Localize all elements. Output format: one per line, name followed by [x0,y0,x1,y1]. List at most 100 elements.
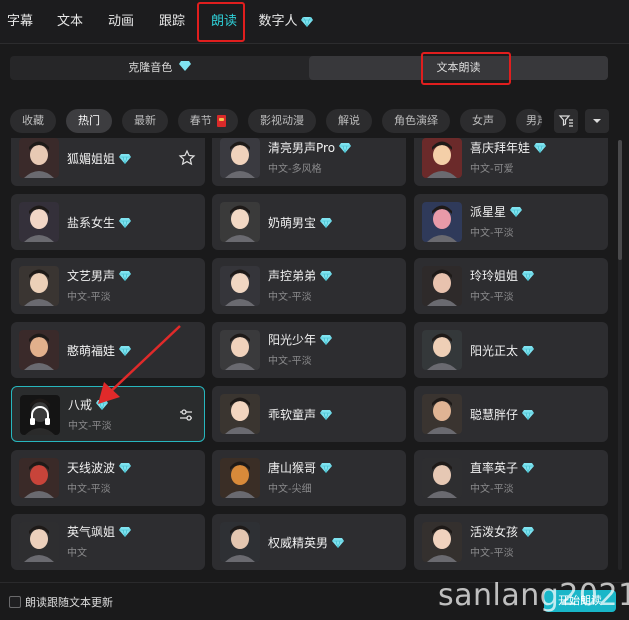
voice-card[interactable]: 天线波波中文-平淡 [11,450,205,506]
voice-name: 声控弟弟 [268,267,333,284]
voice-avatar [422,266,462,306]
voice-name: 唐山猴哥 [268,459,333,476]
follow-text-checkbox[interactable] [9,596,21,608]
diamond-icon [320,217,333,231]
filter-spring-festival-label: 春节 [189,114,212,127]
diamond-icon [119,270,132,284]
voice-name: 盐系女生 [67,214,132,231]
diamond-icon [522,526,535,540]
voice-name-text: 阳光少年 [268,333,317,347]
voice-name: 聪慧胖仔 [470,406,535,423]
filter-female[interactable]: 女声 [460,109,506,133]
voice-card[interactable]: 派星星 中文-平淡 [414,194,608,250]
voice-card[interactable]: 权威精英男 [212,514,406,570]
voice-name: 憨萌福娃 [67,342,132,359]
voice-style: 中文-平淡 [67,484,111,495]
tab-animation[interactable]: 动画 [103,0,139,44]
voice-style: 中文-平淡 [268,292,312,303]
voice-name-text: 声控弟弟 [268,269,317,283]
voice-avatar [220,138,260,178]
filter-commentary[interactable]: 解说 [326,109,372,133]
voice-card[interactable]: 憨萌福娃 [11,322,205,378]
voice-grid: 狐媚姐姐 清亮男声Pro 中文-多风格 喜庆拜年娃 中文-可爱盐系女生 奶萌男宝 派星星 中文… [0,138,620,578]
voice-name-text: 文艺男声 [67,269,116,283]
voice-name-text: 奶萌男宝 [268,216,317,230]
tab-tracking[interactable]: 跟踪 [154,0,190,44]
diamond-icon [534,142,547,156]
chevron-down-icon [593,119,601,123]
more-dropdown-button[interactable] [585,109,609,133]
voice-style: 中文-平淡 [470,484,514,495]
voice-name: 阳光正太 [470,342,535,359]
filter-film-animation[interactable]: 影视动漫 [248,109,316,133]
voice-name-text: 天线波波 [67,461,116,475]
settings-sliders-icon[interactable] [176,405,196,425]
voice-style: 中文-尖细 [268,484,312,495]
voice-name-text: 英气飒姐 [67,525,116,539]
filter-popular[interactable]: 热门 [66,109,112,133]
voice-card[interactable]: 盐系女生 [11,194,205,250]
voice-card[interactable]: 阳光少年 中文-平淡 [212,322,406,378]
voice-card[interactable]: 奶萌男宝 [212,194,406,250]
star-icon[interactable] [177,148,197,168]
voice-avatar [19,138,59,178]
highlight-box-tab [197,2,245,42]
diamond-icon [332,537,345,551]
voice-card[interactable]: 玲玲姐姐 中文-平淡 [414,258,608,314]
voice-name: 清亮男声Pro [268,139,352,156]
diamond-icon [320,462,333,476]
red-envelope-icon [217,115,227,127]
filter-spring-festival[interactable]: 春节 [178,109,238,133]
voice-name-text: 憨萌福娃 [67,344,116,358]
voice-name: 玲玲姐姐 [470,267,535,284]
filter-icon [558,115,573,127]
voice-avatar [19,522,59,562]
filter-favorites[interactable]: 收藏 [10,109,56,133]
diamond-icon [320,334,333,348]
voice-card[interactable]: 活泼女孩 中文-平淡 [414,514,608,570]
watermark: sanlang2021 [438,578,629,613]
voice-card[interactable]: 唐山猴哥中文-尖细 [212,450,406,506]
voice-card[interactable]: 八戒 中文-平淡 [11,386,205,442]
voice-name-text: 唐山猴哥 [268,461,317,475]
diamond-icon [119,153,132,167]
voice-card[interactable]: 阳光正太 [414,322,608,378]
voice-avatar [422,458,462,498]
tab-subtitles[interactable]: 字幕 [2,0,38,44]
tab-digital-human[interactable]: 数字人 [256,0,300,44]
voice-avatar [422,394,462,434]
voice-card[interactable]: 清亮男声Pro 中文-多风格 [212,138,406,186]
voice-name: 直率英子 [470,459,535,476]
voice-name: 天线波波 [67,459,132,476]
scrollbar-thumb[interactable] [618,140,622,260]
voice-style: 中文-平淡 [470,548,514,559]
voice-avatar [422,330,462,370]
diamond-icon [119,345,132,359]
voice-card[interactable]: 聪慧胖仔 [414,386,608,442]
filter-newest[interactable]: 最新 [122,109,168,133]
tab-text[interactable]: 文本 [52,0,88,44]
voice-style: 中文 [67,548,87,559]
voice-avatar [220,202,260,242]
voice-avatar [220,394,260,434]
voice-name-text: 权威精英男 [268,536,329,550]
follow-text-label: 朗读跟随文本更新 [25,596,113,609]
voice-avatar [422,522,462,562]
segment-clone-voice-label: 克隆音色 [128,61,173,74]
voice-name: 奶萌男宝 [268,214,333,231]
voice-name-text: 聪慧胖仔 [470,408,519,422]
voice-card[interactable]: 文艺男声 中文-平淡 [11,258,205,314]
filter-sort-button[interactable] [554,109,578,133]
top-tab-bar: 字幕 文本 动画 跟踪 朗读 数字人 [0,0,629,44]
voice-card[interactable]: 直率英子中文-平淡 [414,450,608,506]
segment-clone-voice[interactable]: 克隆音色 [10,56,309,80]
filter-male[interactable]: 男声 [516,109,542,133]
voice-name-text: 清亮男声Pro [268,141,336,155]
voice-card[interactable]: 喜庆拜年娃 中文-可爱 [414,138,608,186]
voice-card[interactable]: 英气飒姐 中文 [11,514,205,570]
voice-card[interactable]: 乖软童声 [212,386,406,442]
voice-card[interactable]: 声控弟弟中文-平淡 [212,258,406,314]
filter-role-play[interactable]: 角色演绎 [382,109,450,133]
scrollbar[interactable] [618,140,622,570]
voice-card[interactable]: 狐媚姐姐 [11,138,205,186]
